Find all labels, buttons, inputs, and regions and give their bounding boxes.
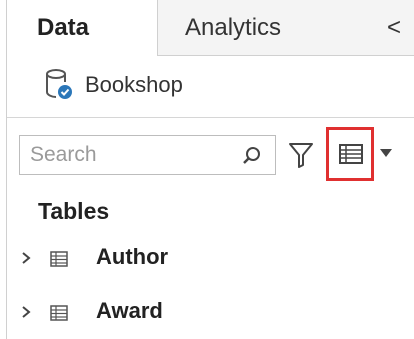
table-icon — [50, 251, 68, 267]
table-icon — [50, 305, 68, 321]
datasource-name: Bookshop — [85, 72, 183, 97]
table-row[interactable]: Award — [18, 296, 398, 328]
divider — [7, 117, 414, 118]
tab-analytics-label: Analytics — [185, 14, 282, 41]
table-row[interactable]: Author — [18, 242, 398, 274]
search-input[interactable] — [30, 140, 230, 170]
tab-bar: Data Analytics < — [7, 0, 414, 56]
search-field[interactable] — [19, 135, 276, 175]
table-name: Award — [96, 298, 163, 323]
search-icon[interactable] — [241, 145, 263, 167]
tab-data-label: Data — [37, 14, 90, 41]
chevron-right-icon[interactable] — [20, 250, 32, 266]
database-connected-icon — [45, 68, 73, 102]
collapse-pane-button[interactable]: < — [384, 14, 404, 42]
chevron-right-icon[interactable] — [20, 304, 32, 320]
filter-icon[interactable] — [287, 140, 315, 170]
tables-heading: Tables — [38, 198, 110, 224]
data-pane: Data Analytics < Bookshop Search Tables … — [0, 0, 414, 339]
table-name: Author — [96, 244, 169, 269]
list-view-toggle-button[interactable] — [326, 127, 374, 181]
list-view-icon — [339, 144, 363, 164]
tab-analytics[interactable]: Analytics < — [157, 0, 414, 56]
tab-data[interactable]: Data — [7, 0, 157, 56]
datasource-item[interactable]: Bookshop — [45, 68, 183, 102]
caret-down-icon[interactable] — [378, 145, 394, 161]
